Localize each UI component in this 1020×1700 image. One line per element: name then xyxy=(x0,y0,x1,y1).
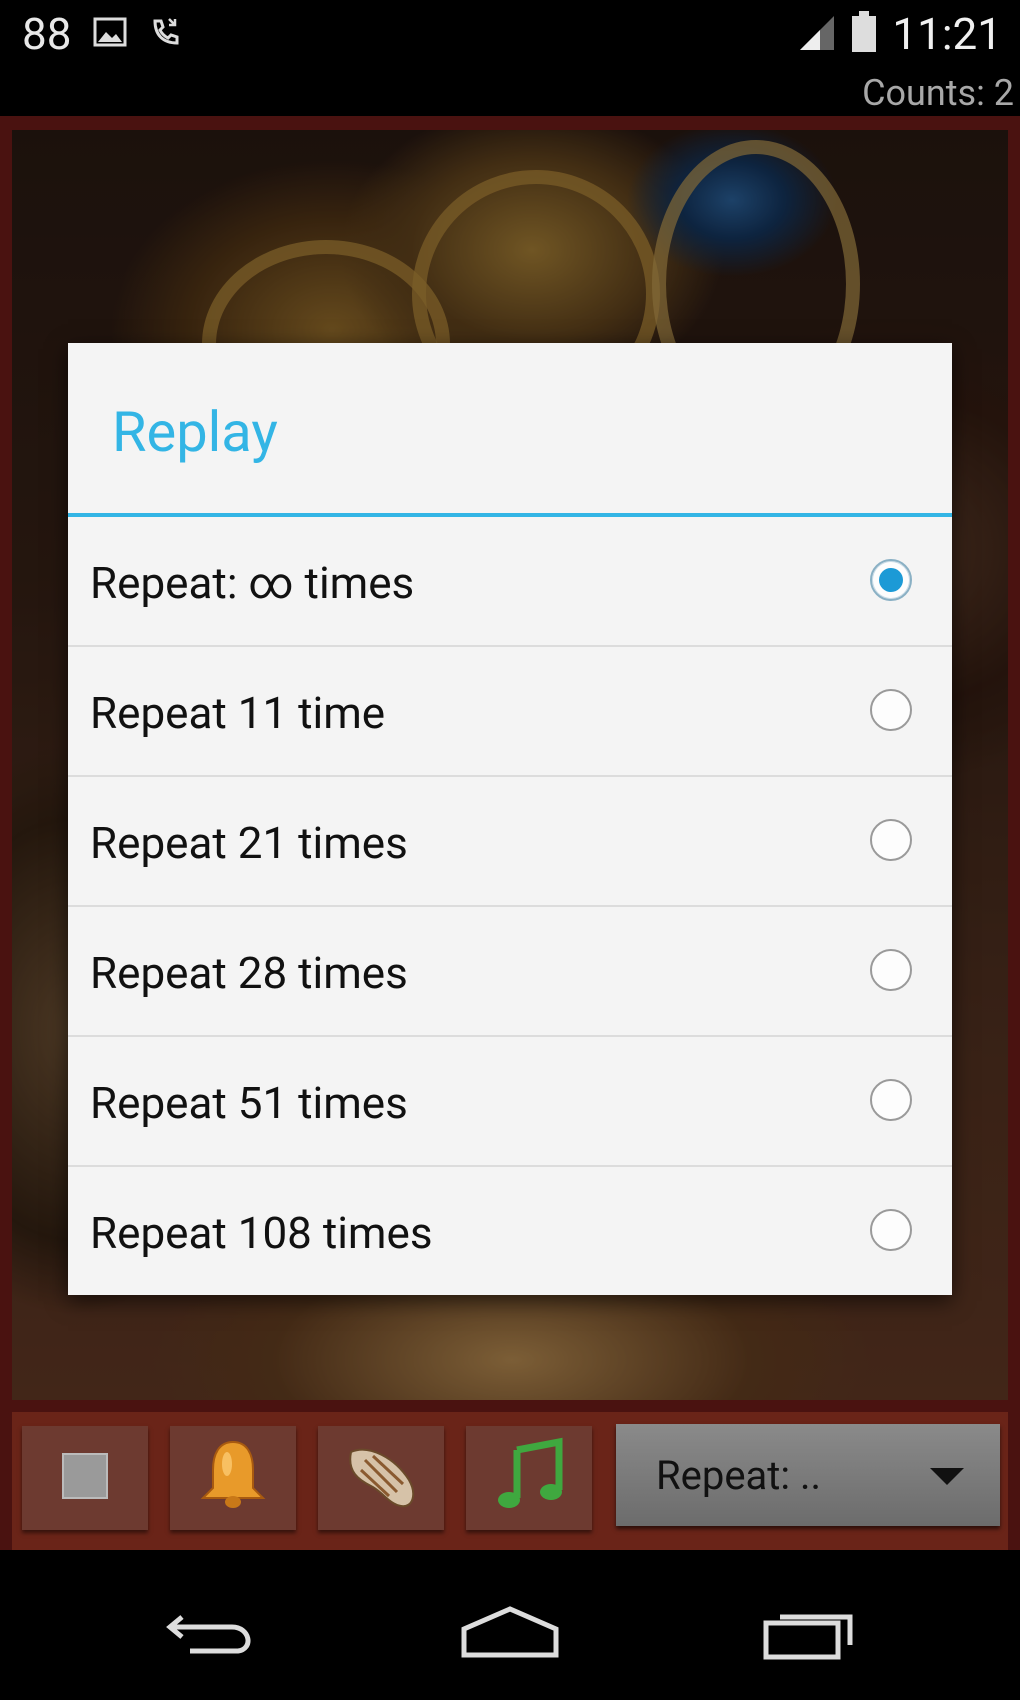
replay-dialog: Replay Repeat: ∞ times Repeat 11 time Re… xyxy=(68,343,952,1295)
status-right: 11:21 xyxy=(798,8,1002,60)
option-repeat-28[interactable]: Repeat 28 times xyxy=(68,907,952,1037)
option-repeat-11[interactable]: Repeat 11 time xyxy=(68,647,952,777)
back-button[interactable] xyxy=(152,1600,272,1670)
battery-icon xyxy=(850,10,878,58)
option-repeat-108[interactable]: Repeat 108 times xyxy=(68,1167,952,1297)
image-icon xyxy=(93,15,127,53)
option-label: Repeat 28 times xyxy=(90,947,408,999)
home-icon xyxy=(458,1603,562,1667)
dialog-header: Replay xyxy=(68,343,952,517)
radio-button[interactable] xyxy=(870,1079,912,1121)
signal-icon xyxy=(798,12,836,56)
notification-count: 88 xyxy=(22,8,72,60)
option-label: Repeat 21 times xyxy=(90,817,408,869)
music-note-icon xyxy=(489,1436,569,1520)
stop-button[interactable] xyxy=(22,1426,148,1530)
bell-button[interactable] xyxy=(170,1426,296,1530)
repeat-spinner-value: Repeat: .. xyxy=(656,1451,822,1499)
stop-icon xyxy=(62,1453,108,1503)
home-button[interactable] xyxy=(450,1600,570,1670)
music-button[interactable] xyxy=(466,1426,592,1530)
bottom-toolbar: Repeat: .. xyxy=(12,1412,1008,1550)
conch-button[interactable] xyxy=(318,1426,444,1530)
recent-apps-icon xyxy=(758,1603,858,1667)
option-repeat-21[interactable]: Repeat 21 times xyxy=(68,777,952,907)
option-label: Repeat: ∞ times xyxy=(90,557,415,609)
option-repeat-51[interactable]: Repeat 51 times xyxy=(68,1037,952,1167)
back-icon xyxy=(162,1603,262,1667)
option-label: Repeat 11 time xyxy=(90,687,386,739)
conch-shell-icon xyxy=(339,1436,423,1520)
recent-apps-button[interactable] xyxy=(748,1600,868,1670)
clock: 11:21 xyxy=(892,8,1002,60)
bell-icon xyxy=(193,1436,273,1520)
counts-label: Counts: 2 xyxy=(862,72,1014,114)
status-left: 88 xyxy=(22,8,183,60)
radio-button[interactable] xyxy=(870,819,912,861)
dropdown-arrow-icon xyxy=(930,1468,964,1485)
radio-button-selected[interactable] xyxy=(870,559,912,601)
option-label: Repeat 51 times xyxy=(90,1077,408,1129)
option-repeat-infinite[interactable]: Repeat: ∞ times xyxy=(68,517,952,647)
radio-button[interactable] xyxy=(870,689,912,731)
radio-button[interactable] xyxy=(870,1209,912,1251)
navigation-bar xyxy=(0,1550,1020,1700)
missed-call-icon xyxy=(149,15,183,53)
radio-button[interactable] xyxy=(870,949,912,991)
option-label: Repeat 108 times xyxy=(90,1207,433,1259)
repeat-spinner[interactable]: Repeat: .. xyxy=(616,1424,1000,1526)
status-bar: 88 11:21 xyxy=(0,0,1020,68)
dialog-title: Replay xyxy=(112,399,278,465)
counts-bar: Counts: 2 xyxy=(0,68,1020,118)
